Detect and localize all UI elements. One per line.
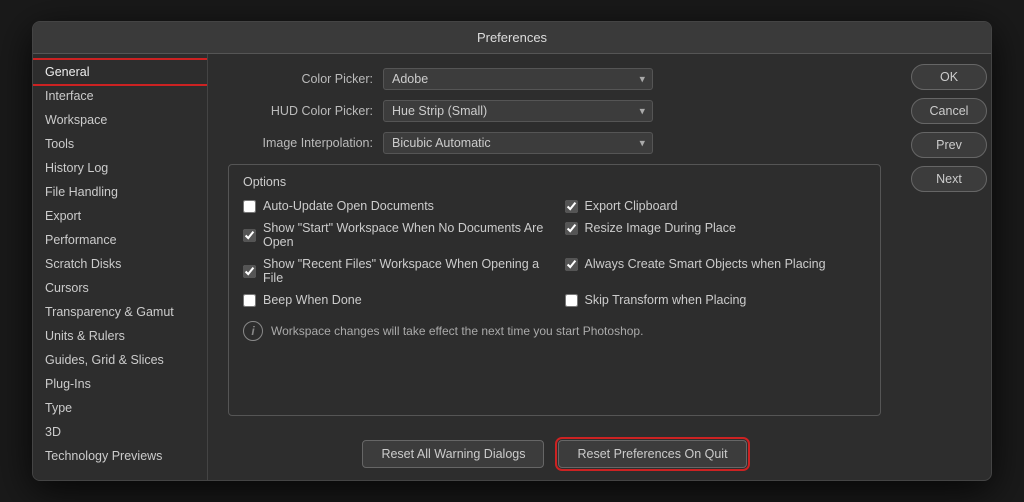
hud-color-picker-select[interactable]: Hue Strip (Small) bbox=[383, 100, 653, 122]
checkbox-export-clipboard: Export Clipboard bbox=[565, 199, 867, 213]
info-row: i Workspace changes will take effect the… bbox=[243, 315, 866, 341]
sidebar-item-3d[interactable]: 3D bbox=[33, 420, 207, 444]
checkbox-resize-image-label: Resize Image During Place bbox=[585, 221, 736, 235]
sidebar-item-export[interactable]: Export bbox=[33, 204, 207, 228]
sidebar-item-guides-grid-slices[interactable]: Guides, Grid & Slices bbox=[33, 348, 207, 372]
hud-color-picker-label: HUD Color Picker: bbox=[228, 104, 373, 118]
options-col-left: Auto-Update Open Documents bbox=[243, 199, 545, 213]
hud-color-picker-select-wrapper: Hue Strip (Small) bbox=[383, 100, 653, 122]
color-picker-row: Color Picker: Adobe bbox=[228, 68, 881, 90]
prev-button[interactable]: Prev bbox=[911, 132, 987, 158]
options-col-right-3: Always Create Smart Objects when Placing bbox=[565, 257, 867, 285]
color-picker-select-wrapper: Adobe bbox=[383, 68, 653, 90]
checkbox-auto-update-label: Auto-Update Open Documents bbox=[263, 199, 434, 213]
checkbox-beep-label: Beep When Done bbox=[263, 293, 362, 307]
cancel-button[interactable]: Cancel bbox=[911, 98, 987, 124]
sidebar-item-plug-ins[interactable]: Plug-Ins bbox=[33, 372, 207, 396]
checkbox-show-recent-input[interactable] bbox=[243, 265, 256, 278]
checkbox-resize-image: Resize Image During Place bbox=[565, 221, 867, 235]
info-icon: i bbox=[243, 321, 263, 341]
hud-color-picker-row: HUD Color Picker: Hue Strip (Small) bbox=[228, 100, 881, 122]
sidebar-item-cursors[interactable]: Cursors bbox=[33, 276, 207, 300]
sidebar-item-technology-previews[interactable]: Technology Previews bbox=[33, 444, 207, 468]
checkbox-auto-update-input[interactable] bbox=[243, 200, 256, 213]
checkbox-beep-input[interactable] bbox=[243, 294, 256, 307]
checkbox-show-start-input[interactable] bbox=[243, 229, 256, 242]
sidebar-item-transparency-gamut[interactable]: Transparency & Gamut bbox=[33, 300, 207, 324]
checkbox-smart-objects-label: Always Create Smart Objects when Placing bbox=[585, 257, 826, 271]
right-buttons: OK Cancel Prev Next bbox=[901, 54, 991, 480]
checkbox-smart-objects-input[interactable] bbox=[565, 258, 578, 271]
sidebar-item-units-rulers[interactable]: Units & Rulers bbox=[33, 324, 207, 348]
checkbox-resize-image-input[interactable] bbox=[565, 222, 578, 235]
checkbox-show-start-label: Show "Start" Workspace When No Documents… bbox=[263, 221, 545, 249]
next-button[interactable]: Next bbox=[911, 166, 987, 192]
checkbox-skip-transform-input[interactable] bbox=[565, 294, 578, 307]
options-grid: Auto-Update Open Documents Export Clipbo… bbox=[243, 199, 866, 307]
reset-preferences-button[interactable]: Reset Preferences On Quit bbox=[558, 440, 746, 468]
options-section: Options Auto-Update Open Documents bbox=[228, 164, 881, 416]
checkbox-skip-transform: Skip Transform when Placing bbox=[565, 293, 867, 307]
sidebar-item-scratch-disks[interactable]: Scratch Disks bbox=[33, 252, 207, 276]
checkbox-smart-objects: Always Create Smart Objects when Placing bbox=[565, 257, 867, 271]
sidebar-item-tools[interactable]: Tools bbox=[33, 132, 207, 156]
preferences-dialog: Preferences General Interface Workspace … bbox=[32, 21, 992, 481]
image-interpolation-row: Image Interpolation: Bicubic Automatic bbox=[228, 132, 881, 154]
options-col-left-4: Beep When Done bbox=[243, 293, 545, 307]
reset-warning-button[interactable]: Reset All Warning Dialogs bbox=[362, 440, 544, 468]
checkbox-export-clipboard-input[interactable] bbox=[565, 200, 578, 213]
options-col-left-3: Show "Recent Files" Workspace When Openi… bbox=[243, 257, 545, 285]
checkbox-export-clipboard-label: Export Clipboard bbox=[585, 199, 678, 213]
checkbox-show-recent: Show "Recent Files" Workspace When Openi… bbox=[243, 257, 545, 285]
bottom-buttons: Reset All Warning Dialogs Reset Preferen… bbox=[208, 430, 901, 480]
checkbox-beep: Beep When Done bbox=[243, 293, 545, 307]
image-interpolation-label: Image Interpolation: bbox=[228, 136, 373, 150]
color-picker-select[interactable]: Adobe bbox=[383, 68, 653, 90]
dialog-title: Preferences bbox=[477, 30, 547, 45]
sidebar-item-workspace[interactable]: Workspace bbox=[33, 108, 207, 132]
main-content: Color Picker: Adobe HUD Color Picker: Hu… bbox=[208, 54, 901, 430]
image-interpolation-select[interactable]: Bicubic Automatic bbox=[383, 132, 653, 154]
options-col-right-2: Resize Image During Place bbox=[565, 221, 867, 249]
options-col-left-2: Show "Start" Workspace When No Documents… bbox=[243, 221, 545, 249]
sidebar-item-interface[interactable]: Interface bbox=[33, 84, 207, 108]
sidebar-item-general[interactable]: General bbox=[33, 60, 207, 84]
sidebar-item-type[interactable]: Type bbox=[33, 396, 207, 420]
sidebar-item-history-log[interactable]: History Log bbox=[33, 156, 207, 180]
options-col-right-4: Skip Transform when Placing bbox=[565, 293, 867, 307]
info-text: Workspace changes will take effect the n… bbox=[271, 324, 643, 338]
dialog-body: General Interface Workspace Tools Histor… bbox=[33, 54, 991, 480]
checkbox-show-start: Show "Start" Workspace When No Documents… bbox=[243, 221, 545, 249]
options-col-right: Export Clipboard bbox=[565, 199, 867, 213]
checkbox-show-recent-label: Show "Recent Files" Workspace When Openi… bbox=[263, 257, 545, 285]
image-interpolation-select-wrapper: Bicubic Automatic bbox=[383, 132, 653, 154]
options-title: Options bbox=[243, 175, 866, 189]
sidebar-item-performance[interactable]: Performance bbox=[33, 228, 207, 252]
dialog-title-bar: Preferences bbox=[33, 22, 991, 54]
ok-button[interactable]: OK bbox=[911, 64, 987, 90]
sidebar: General Interface Workspace Tools Histor… bbox=[33, 54, 208, 480]
checkbox-auto-update: Auto-Update Open Documents bbox=[243, 199, 545, 213]
checkbox-skip-transform-label: Skip Transform when Placing bbox=[585, 293, 747, 307]
color-picker-label: Color Picker: bbox=[228, 72, 373, 86]
sidebar-item-file-handling[interactable]: File Handling bbox=[33, 180, 207, 204]
